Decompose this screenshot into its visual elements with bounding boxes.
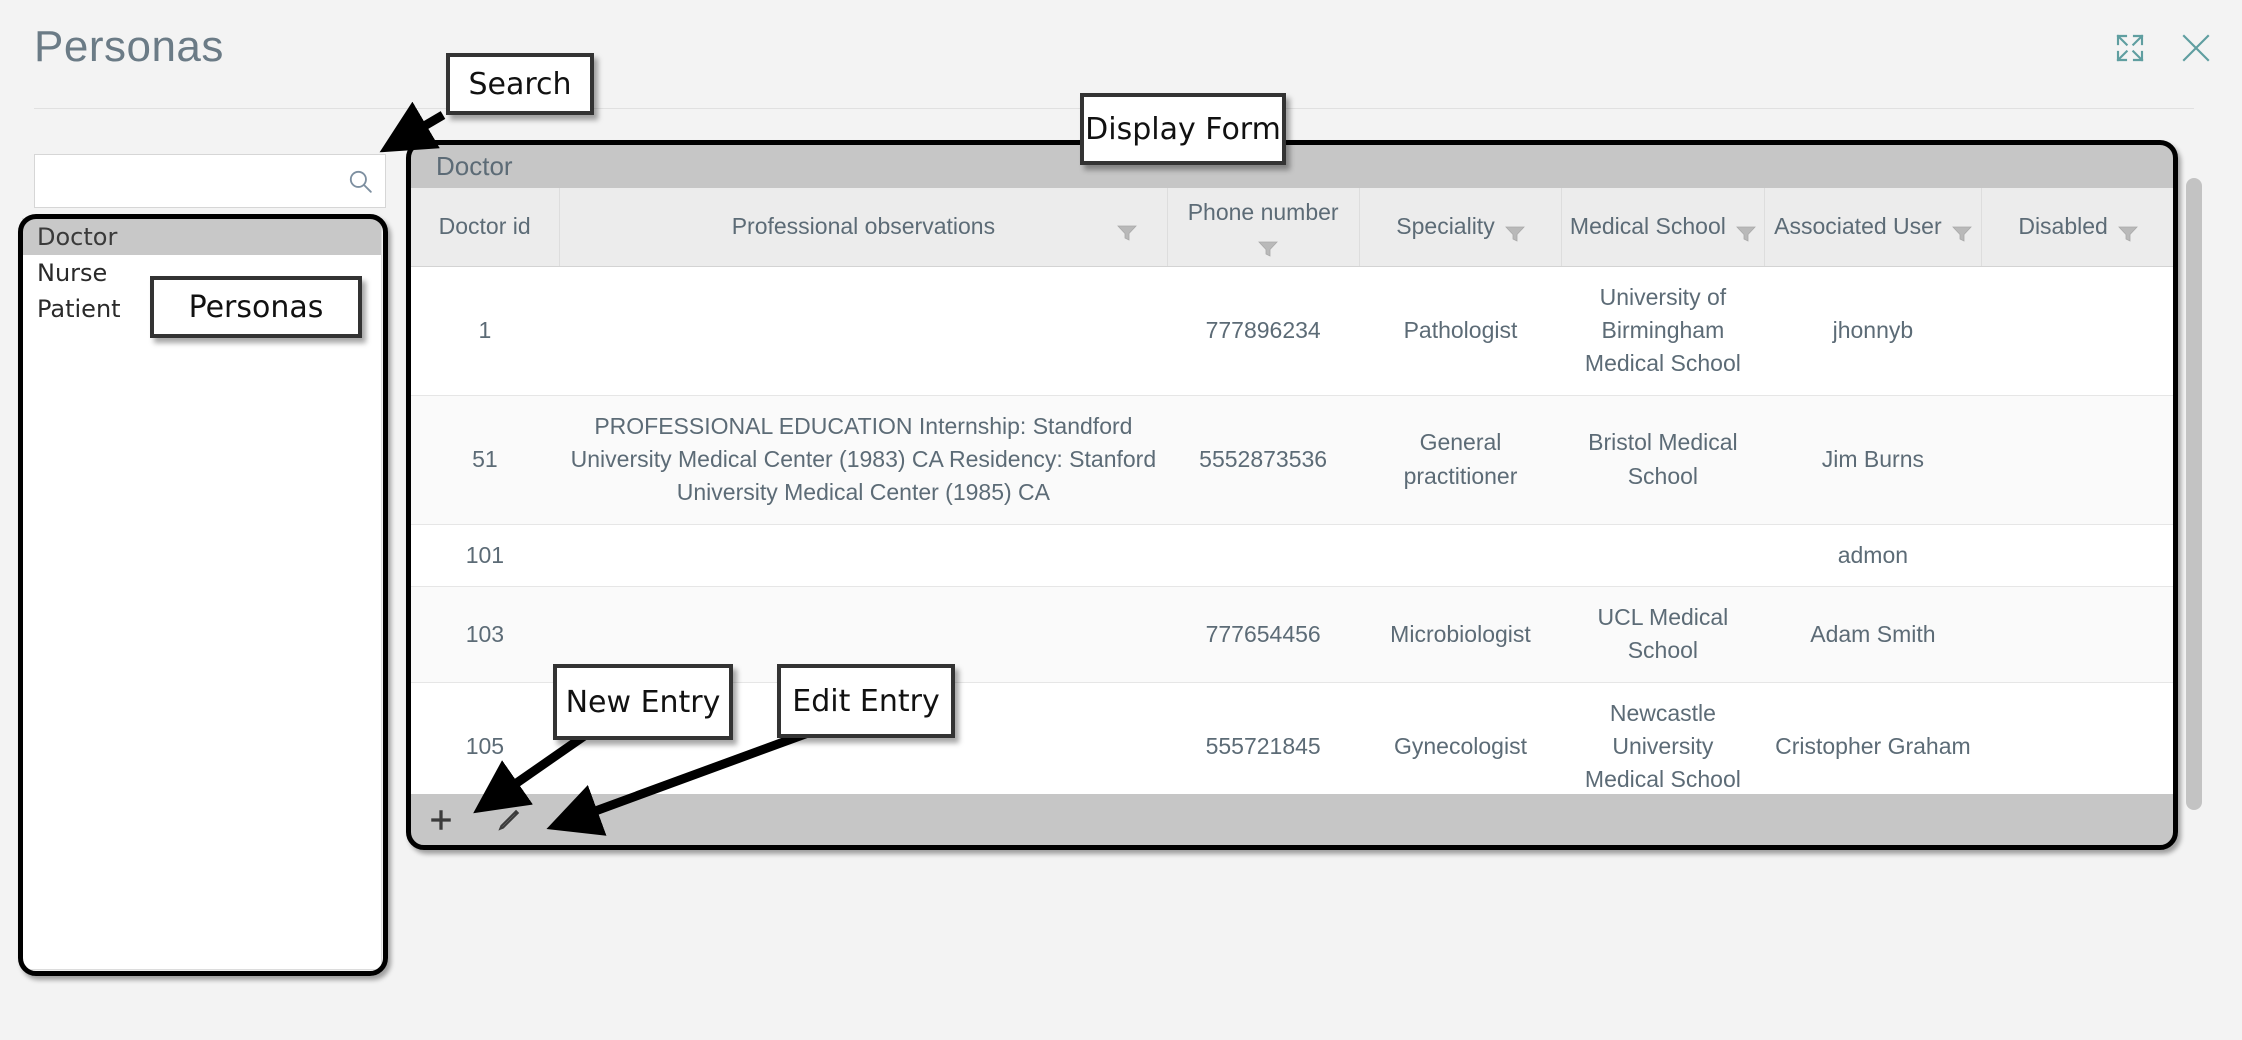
cell-disabled — [1981, 266, 2174, 396]
window-controls — [2114, 32, 2212, 64]
filter-icon[interactable] — [1951, 220, 1972, 242]
cell-observations: PROFESSIONAL EDUCATION Internship: Stand… — [559, 395, 1167, 525]
filter-icon[interactable] — [1258, 235, 1279, 257]
column-header-phone[interactable]: Phone number — [1167, 188, 1360, 267]
column-header-label: Medical School — [1569, 213, 1726, 240]
cell-doctor-id: 101 — [410, 524, 560, 587]
cell-speciality — [1359, 524, 1562, 587]
filter-icon[interactable] — [1116, 219, 1137, 241]
column-header-associated-user[interactable]: Associated User — [1764, 188, 1983, 267]
search-icon[interactable] — [347, 168, 373, 194]
filter-icon[interactable] — [2117, 220, 2138, 242]
cell-phone: 5552873536 — [1167, 395, 1360, 525]
cell-speciality: Microbiologist — [1359, 586, 1562, 683]
vertical-scrollbar[interactable] — [2186, 150, 2202, 844]
edit-entry-button[interactable] — [496, 807, 522, 833]
cell-associated-user: jhonnyb — [1764, 266, 1982, 396]
display-form-panel: Doctor Doctor id Professional observation… — [410, 144, 2174, 846]
search-box[interactable] — [34, 154, 386, 208]
table-row[interactable]: 101 admon — [410, 524, 2174, 587]
annotation-personas: Personas — [150, 276, 362, 338]
cell-phone: 777896234 — [1167, 266, 1360, 396]
filter-icon[interactable] — [1735, 220, 1756, 242]
cell-medical-school: UCL Medical School — [1561, 586, 1765, 683]
expand-icon[interactable] — [2114, 32, 2146, 64]
grid-toolbar — [410, 794, 2174, 846]
search-input[interactable] — [35, 155, 335, 207]
cell-speciality: Gynecologist — [1359, 682, 1562, 812]
column-header-label: Associated User — [1774, 213, 1942, 240]
column-header-medical-school[interactable]: Medical School — [1561, 188, 1765, 267]
cell-associated-user: Cristopher Graham — [1764, 682, 1982, 812]
table-row[interactable]: 1 777896234 Pathologist University of Birmi… — [410, 266, 2174, 396]
cell-speciality: Pathologist — [1359, 266, 1562, 396]
cell-medical-school: Bristol Medical School — [1561, 395, 1765, 525]
cell-phone: 555721845 — [1167, 682, 1360, 812]
page-title: Personas — [34, 22, 224, 71]
entity-list-item-doctor[interactable]: Doctor — [23, 219, 381, 255]
cell-observations — [559, 524, 1167, 587]
cell-speciality: General practitioner — [1359, 395, 1562, 525]
cell-disabled — [1981, 395, 2174, 525]
column-header-speciality[interactable]: Speciality — [1359, 188, 1563, 267]
cell-medical-school: University of Birmingham Medical School — [1561, 266, 1765, 396]
cell-phone — [1167, 524, 1360, 587]
cell-associated-user: Jim Burns — [1764, 395, 1982, 525]
app-window: Personas Doctor Nurse Patient Doctor Doc… — [0, 0, 2242, 1040]
table-row[interactable]: 51 PROFESSIONAL EDUCATION Internship: Sta… — [410, 395, 2174, 525]
cell-doctor-id: 103 — [410, 586, 560, 683]
cell-disabled — [1981, 524, 2174, 587]
close-icon[interactable] — [2180, 32, 2212, 64]
table-header-row: Doctor id Professional observations Phone … — [410, 188, 2174, 267]
grid-caption: Doctor — [410, 144, 2174, 188]
cell-doctor-id: 51 — [410, 395, 560, 525]
cell-associated-user: admon — [1764, 524, 1982, 587]
column-header-label: Disabled — [2018, 213, 2108, 240]
column-header-label: Speciality — [1396, 213, 1495, 240]
column-header-observations[interactable]: Professional observations — [559, 188, 1168, 267]
cell-medical-school — [1561, 524, 1765, 587]
column-header-label: Professional observations — [731, 213, 996, 240]
annotation-new-entry: New Entry — [553, 664, 733, 740]
cell-disabled — [1981, 682, 2174, 812]
cell-disabled — [1981, 586, 2174, 683]
vertical-scrollbar-thumb[interactable] — [2186, 178, 2202, 810]
cell-observations — [559, 266, 1167, 396]
new-entry-button[interactable] — [428, 807, 454, 833]
filter-icon[interactable] — [1504, 220, 1525, 242]
cell-doctor-id: 1 — [410, 266, 560, 396]
cell-medical-school: Newcastle University Medical School — [1561, 682, 1765, 812]
cell-phone: 777654456 — [1167, 586, 1360, 683]
column-header-label: Doctor id — [438, 213, 531, 240]
cell-associated-user: Adam Smith — [1764, 586, 1982, 683]
column-header-label: Phone number — [1187, 199, 1339, 225]
annotation-edit-entry: Edit Entry — [777, 664, 955, 738]
annotation-search: Search — [446, 53, 594, 115]
column-header-disabled[interactable]: Disabled — [1981, 188, 2174, 267]
annotation-display-form: Display Form — [1080, 93, 1286, 165]
cell-doctor-id: 105 — [410, 682, 560, 812]
column-header-doctor-id[interactable]: Doctor id — [410, 188, 561, 267]
